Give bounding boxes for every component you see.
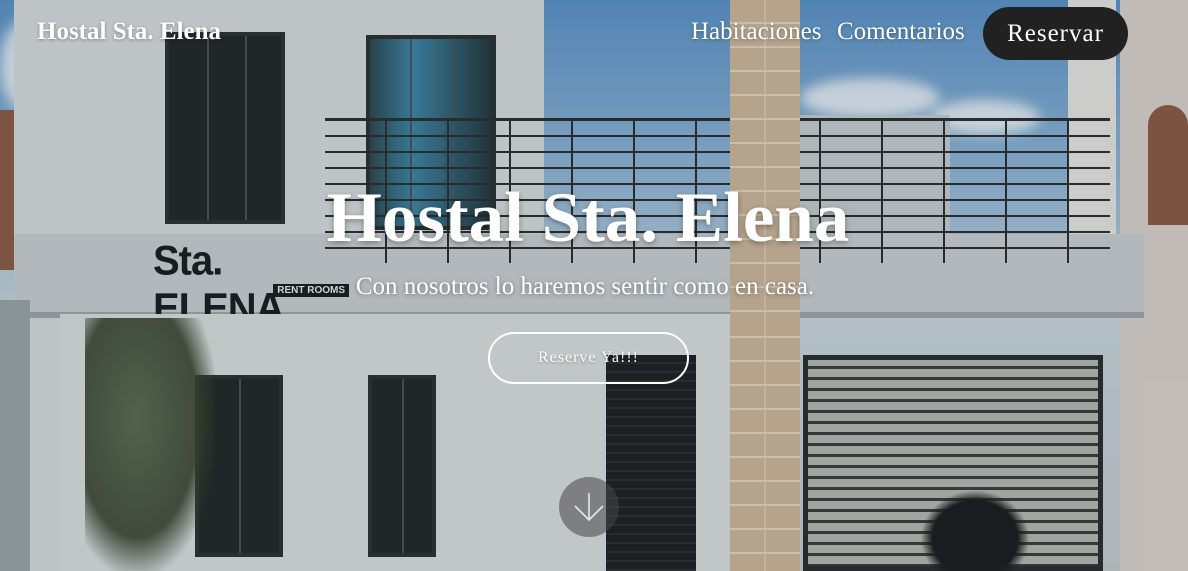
reserve-ya-button[interactable]: Reserve Ya!!!	[488, 332, 689, 384]
hero-subtitle: Con nosotros lo haremos sentir como en c…	[355, 273, 815, 300]
reservar-button[interactable]: Reservar	[983, 7, 1128, 60]
nav-link-habitaciones[interactable]: Habitaciones	[691, 18, 822, 46]
site-logo-text[interactable]: Hostal Sta. Elena	[37, 18, 221, 46]
arrow-down-icon	[574, 493, 604, 522]
nav-link-comentarios[interactable]: Comentarios	[837, 18, 965, 46]
top-navigation: Hostal Sta. Elena Habitaciones Comentari…	[0, 0, 1188, 68]
scroll-down-button[interactable]	[559, 477, 619, 537]
hero-title: Hostal Sta. Elena	[326, 179, 850, 257]
